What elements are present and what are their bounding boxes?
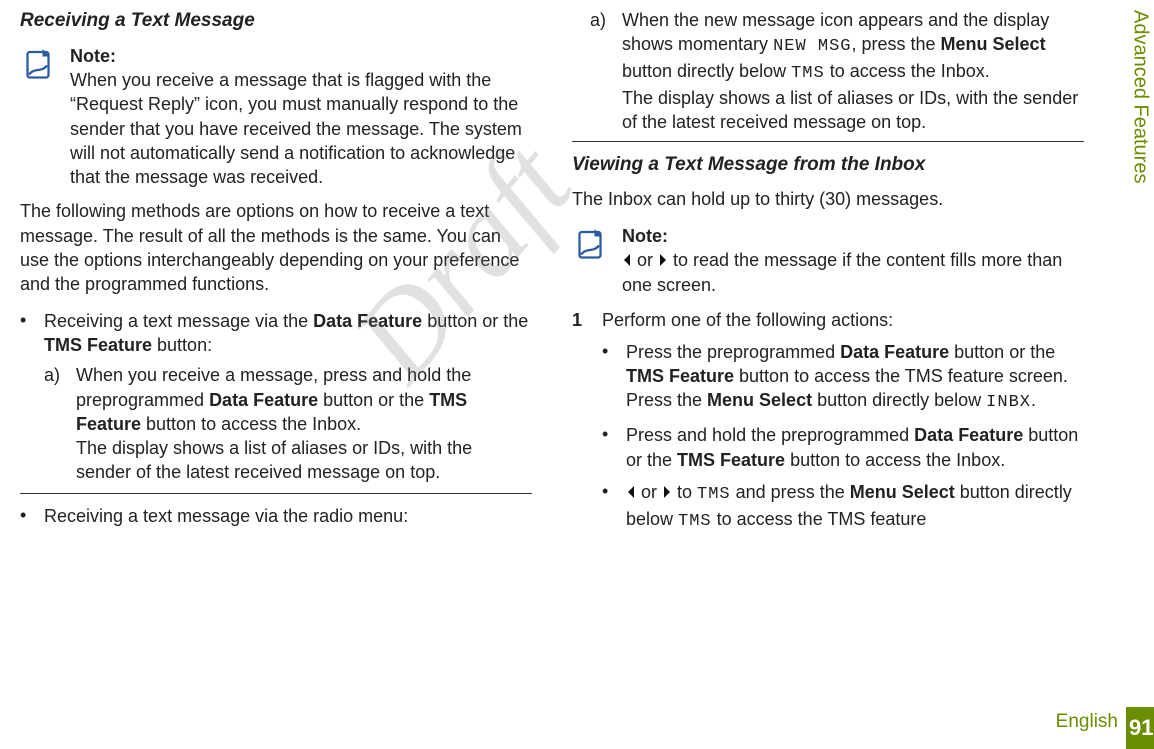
- alpha-body: When the new message icon appears and th…: [622, 8, 1084, 135]
- alpha-line: When the new message icon appears and th…: [622, 8, 1084, 86]
- bullet-dot-icon: •: [20, 309, 30, 485]
- note-label: Note:: [622, 224, 1084, 248]
- bold-text: TMS Feature: [626, 366, 734, 386]
- bullet-body: Press and hold the preprogrammed Data Fe…: [626, 423, 1084, 472]
- bullet-item: • Receiving a text message via the radio…: [20, 504, 532, 528]
- bullet-body: Receiving a text message via the Data Fe…: [44, 309, 532, 485]
- divider: [20, 493, 532, 494]
- bullet-dot-icon: •: [20, 504, 30, 528]
- bullet-item: • Press the preprogrammed Data Feature b…: [602, 340, 1084, 416]
- text: button or the: [422, 311, 528, 331]
- note-icon: [572, 226, 608, 262]
- paragraph: The Inbox can hold up to thirty (30) mes…: [572, 187, 1084, 211]
- step-number: 1: [572, 308, 588, 332]
- divider: [572, 141, 1084, 142]
- bold-text: Data Feature: [313, 311, 422, 331]
- text: and press the: [731, 482, 850, 502]
- section-heading-viewing: Viewing a Text Message from the Inbox: [572, 152, 1084, 178]
- alpha-label: a): [44, 363, 66, 484]
- bold-text: Menu Select: [707, 390, 812, 410]
- step-body: Perform one of the following actions:: [602, 308, 1084, 332]
- bullet-dot-icon: •: [602, 423, 612, 472]
- bullet-dot-icon: •: [602, 480, 612, 534]
- note-body: Note: or to read the message if the cont…: [622, 224, 1084, 298]
- step-item: 1 Perform one of the following actions:: [572, 308, 1084, 332]
- arrow-left-icon: [622, 249, 632, 273]
- bullet-item: • Press and hold the preprogrammed Data …: [602, 423, 1084, 472]
- text: button to access the Inbox.: [141, 414, 361, 434]
- intro-paragraph: The following methods are options on how…: [20, 199, 532, 296]
- arrow-left-icon: [626, 481, 636, 505]
- text: Press the preprogrammed: [626, 342, 840, 362]
- right-column: a) When the new message icon appears and…: [572, 8, 1124, 739]
- mono-text: NEW MSG: [773, 37, 851, 56]
- text: button directly below: [812, 390, 986, 410]
- bullet-item: • Receiving a text message via the Data …: [20, 309, 532, 485]
- text: Receiving a text message via the: [44, 311, 313, 331]
- bold-text: TMS Feature: [677, 450, 785, 470]
- text: or: [632, 250, 658, 270]
- text: button directly below: [622, 61, 791, 81]
- bold-text: TMS Feature: [44, 335, 152, 355]
- note-block: Note: or to read the message if the cont…: [572, 224, 1084, 298]
- text: to access the Inbox.: [825, 61, 990, 81]
- page-content: Receiving a Text Message Note: When you …: [0, 0, 1154, 749]
- alpha-line: The display shows a list of aliases or I…: [622, 86, 1084, 135]
- text: Press and hold the preprogrammed: [626, 425, 914, 445]
- note-text: or to read the message if the content fi…: [622, 248, 1084, 298]
- page-number: 91: [1126, 707, 1154, 749]
- arrow-right-icon: [658, 249, 668, 273]
- bullet-body: Receiving a text message via the radio m…: [44, 504, 532, 528]
- bold-text: Data Feature: [209, 390, 318, 410]
- bold-text: Data Feature: [914, 425, 1023, 445]
- alpha-body: When you receive a message, press and ho…: [76, 363, 532, 484]
- text: button to access the Inbox.: [785, 450, 1005, 470]
- mono-text: TMS: [678, 512, 712, 531]
- note-body: Note: When you receive a message that is…: [70, 44, 532, 190]
- mono-text: TMS: [791, 64, 825, 83]
- section-heading-receiving: Receiving a Text Message: [20, 8, 532, 34]
- text: to access the TMS feature: [712, 509, 927, 529]
- language-label: English: [1056, 709, 1118, 735]
- bold-text: Data Feature: [840, 342, 949, 362]
- left-column: Receiving a Text Message Note: When you …: [20, 8, 532, 739]
- bullet-item: • or to TMS and press the Menu Select bu…: [602, 480, 1084, 534]
- bullet-dot-icon: •: [602, 340, 612, 416]
- text: or: [636, 482, 662, 502]
- text: to: [672, 482, 697, 502]
- bullet-body: or to TMS and press the Menu Select butt…: [626, 480, 1084, 534]
- chapter-title: Advanced Features: [1127, 0, 1154, 707]
- alpha-item: a) When you receive a message, press and…: [44, 363, 532, 484]
- text: to read the message if the content fills…: [622, 250, 1062, 295]
- alpha-item: a) When the new message icon appears and…: [590, 8, 1084, 135]
- bold-text: Menu Select: [850, 482, 955, 502]
- note-text: When you receive a message that is flagg…: [70, 68, 532, 189]
- mono-text: TMS: [697, 485, 731, 504]
- note-label: Note:: [70, 44, 532, 68]
- text: button or the: [318, 390, 429, 410]
- sub-bullets: • Press the preprogrammed Data Feature b…: [602, 340, 1084, 534]
- text: button:: [152, 335, 212, 355]
- bullet-body: Press the preprogrammed Data Feature but…: [626, 340, 1084, 416]
- alpha-line: When you receive a message, press and ho…: [76, 363, 532, 436]
- text: .: [1031, 390, 1036, 410]
- bold-text: Menu Select: [941, 34, 1046, 54]
- mono-text: INBX: [986, 393, 1031, 412]
- side-tab: Advanced Features 91: [1126, 0, 1154, 749]
- text: button or the: [949, 342, 1055, 362]
- note-block: Note: When you receive a message that is…: [20, 44, 532, 190]
- alpha-label: a): [590, 8, 612, 135]
- alpha-line: The display shows a list of aliases or I…: [76, 436, 532, 485]
- text: , press the: [851, 34, 940, 54]
- arrow-right-icon: [662, 481, 672, 505]
- note-icon: [20, 46, 56, 82]
